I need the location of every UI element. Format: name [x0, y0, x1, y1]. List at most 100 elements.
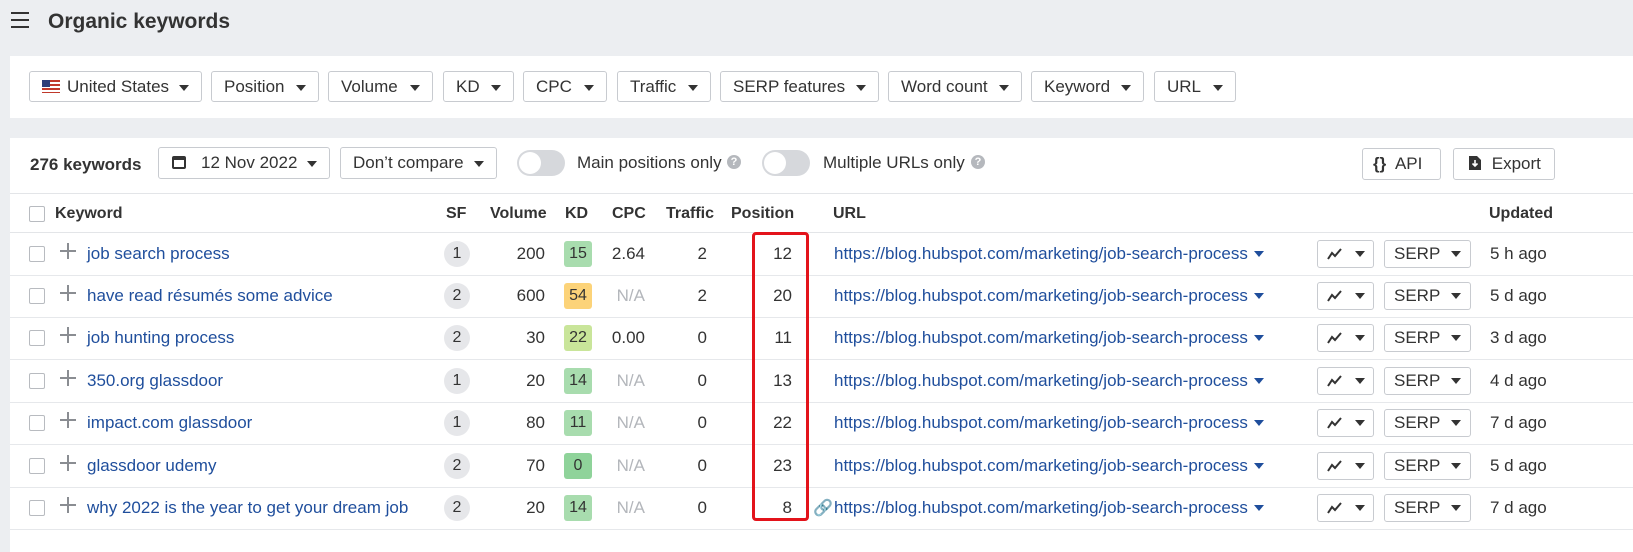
- col-keyword[interactable]: Keyword: [55, 205, 123, 223]
- row-checkbox[interactable]: [29, 458, 45, 474]
- filter-serp-features[interactable]: SERP features: [720, 71, 879, 102]
- add-keyword-icon[interactable]: [60, 327, 76, 343]
- serp-button[interactable]: SERP: [1384, 324, 1471, 352]
- help-icon[interactable]: ?: [971, 155, 985, 169]
- filter-volume[interactable]: Volume: [328, 71, 433, 102]
- serp-features-badge[interactable]: 1: [444, 368, 470, 394]
- cpc-cell: 2.64: [611, 244, 645, 263]
- row-checkbox[interactable]: [29, 415, 45, 431]
- serp-button[interactable]: SERP: [1384, 452, 1471, 480]
- url-link[interactable]: https://blog.hubspot.com/marketing/job-s…: [834, 498, 1264, 518]
- main-positions-toggle[interactable]: [517, 150, 565, 176]
- position-chart-button[interactable]: [1317, 494, 1374, 522]
- add-keyword-icon[interactable]: [60, 497, 76, 513]
- url-text: https://blog.hubspot.com/marketing/job-s…: [834, 456, 1248, 475]
- filter-cpc[interactable]: CPC: [523, 71, 607, 102]
- serp-features-badge[interactable]: 2: [444, 495, 470, 521]
- filter-traffic[interactable]: Traffic: [617, 71, 711, 102]
- add-keyword-icon[interactable]: [60, 243, 76, 259]
- filter-label: Volume: [341, 77, 398, 96]
- url-link[interactable]: https://blog.hubspot.com/marketing/job-s…: [834, 413, 1264, 433]
- position-chart-button[interactable]: [1317, 324, 1374, 352]
- chevron-down-icon[interactable]: [1253, 463, 1264, 469]
- filter-position[interactable]: Position: [211, 71, 319, 102]
- row-checkbox[interactable]: [29, 500, 45, 516]
- cpc-cell: N/A: [616, 286, 645, 305]
- chevron-down-icon[interactable]: [1253, 378, 1264, 384]
- keyword-link[interactable]: job search process: [87, 244, 230, 264]
- url-link[interactable]: https://blog.hubspot.com/marketing/job-s…: [834, 286, 1264, 306]
- chevron-down-icon: [856, 85, 866, 91]
- keyword-link[interactable]: job hunting process: [87, 328, 234, 348]
- date-picker[interactable]: 12 Nov 2022: [158, 147, 330, 179]
- col-sf[interactable]: SF: [446, 205, 466, 223]
- filter-url[interactable]: URL: [1154, 71, 1236, 102]
- table-row: job hunting process 2 30 22 0.00 0 11 https://b…: [10, 317, 1633, 360]
- serp-button[interactable]: SERP: [1384, 494, 1471, 522]
- position-chart-button[interactable]: [1317, 240, 1374, 268]
- position-chart-button[interactable]: [1317, 409, 1374, 437]
- position-chart-button[interactable]: [1317, 367, 1374, 395]
- compare-label: Don’t compare: [353, 153, 464, 172]
- add-keyword-icon[interactable]: [60, 455, 76, 471]
- help-icon[interactable]: ?: [727, 155, 741, 169]
- chevron-down-icon[interactable]: [1253, 505, 1264, 511]
- kd-badge: 15: [564, 241, 592, 267]
- filter-kd[interactable]: KD: [443, 71, 514, 102]
- export-button[interactable]: Export: [1453, 148, 1555, 180]
- api-button[interactable]: {} API: [1362, 148, 1441, 180]
- trend-chart-icon: [1327, 375, 1342, 387]
- keyword-link[interactable]: 350.org glassdoor: [87, 371, 223, 391]
- hamburger-menu-icon[interactable]: [11, 12, 29, 28]
- position-chart-button[interactable]: [1317, 452, 1374, 480]
- row-checkbox[interactable]: [29, 330, 45, 346]
- keyword-link[interactable]: impact.com glassdoor: [87, 413, 252, 433]
- serp-features-badge[interactable]: 1: [444, 410, 470, 436]
- filter-word-count[interactable]: Word count: [888, 71, 1022, 102]
- compare-dropdown[interactable]: Don’t compare: [340, 147, 497, 179]
- link-icon[interactable]: 🔗: [813, 498, 833, 518]
- keyword-link[interactable]: have read résumés some advice: [87, 286, 333, 306]
- add-keyword-icon[interactable]: [60, 285, 76, 301]
- position-chart-button[interactable]: [1317, 282, 1374, 310]
- trend-chart-icon: [1327, 248, 1342, 260]
- row-checkbox[interactable]: [29, 373, 45, 389]
- url-link[interactable]: https://blog.hubspot.com/marketing/job-s…: [834, 328, 1264, 348]
- multiple-urls-label: Multiple URLs only: [823, 153, 965, 172]
- select-all-checkbox[interactable]: [29, 206, 45, 222]
- keyword-link[interactable]: why 2022 is the year to get your dream j…: [87, 498, 408, 518]
- row-checkbox[interactable]: [29, 246, 45, 262]
- chevron-down-icon[interactable]: [1253, 335, 1264, 341]
- url-link[interactable]: https://blog.hubspot.com/marketing/job-s…: [834, 371, 1264, 391]
- col-cpc[interactable]: CPC: [612, 205, 646, 223]
- serp-features-badge[interactable]: 2: [444, 283, 470, 309]
- volume-cell: 200: [516, 244, 545, 263]
- chevron-down-icon[interactable]: [1253, 420, 1264, 426]
- serp-button[interactable]: SERP: [1384, 240, 1471, 268]
- updated-cell: 4 d ago: [1490, 371, 1547, 390]
- url-link[interactable]: https://blog.hubspot.com/marketing/job-s…: [834, 244, 1264, 264]
- add-keyword-icon[interactable]: [60, 370, 76, 386]
- chevron-down-icon[interactable]: [1253, 293, 1264, 299]
- col-updated[interactable]: Updated: [1489, 205, 1553, 223]
- multiple-urls-toggle[interactable]: [762, 150, 810, 176]
- col-traffic[interactable]: Traffic: [666, 205, 714, 223]
- col-kd[interactable]: KD: [565, 205, 588, 223]
- col-volume[interactable]: Volume: [490, 205, 547, 223]
- col-position[interactable]: Position: [731, 205, 794, 223]
- row-checkbox[interactable]: [29, 288, 45, 304]
- keyword-link[interactable]: glassdoor udemy: [87, 456, 216, 476]
- serp-features-badge[interactable]: 2: [444, 325, 470, 351]
- serp-features-badge[interactable]: 2: [444, 453, 470, 479]
- serp-features-badge[interactable]: 1: [444, 241, 470, 267]
- serp-button[interactable]: SERP: [1384, 409, 1471, 437]
- chevron-down-icon[interactable]: [1253, 251, 1264, 257]
- filter-keyword[interactable]: Keyword: [1031, 71, 1144, 102]
- add-keyword-icon[interactable]: [60, 412, 76, 428]
- serp-button[interactable]: SERP: [1384, 282, 1471, 310]
- col-url[interactable]: URL: [833, 205, 866, 223]
- filter-country[interactable]: United States: [29, 71, 202, 102]
- serp-button[interactable]: SERP: [1384, 367, 1471, 395]
- url-link[interactable]: https://blog.hubspot.com/marketing/job-s…: [834, 456, 1264, 476]
- url-text: https://blog.hubspot.com/marketing/job-s…: [834, 328, 1248, 347]
